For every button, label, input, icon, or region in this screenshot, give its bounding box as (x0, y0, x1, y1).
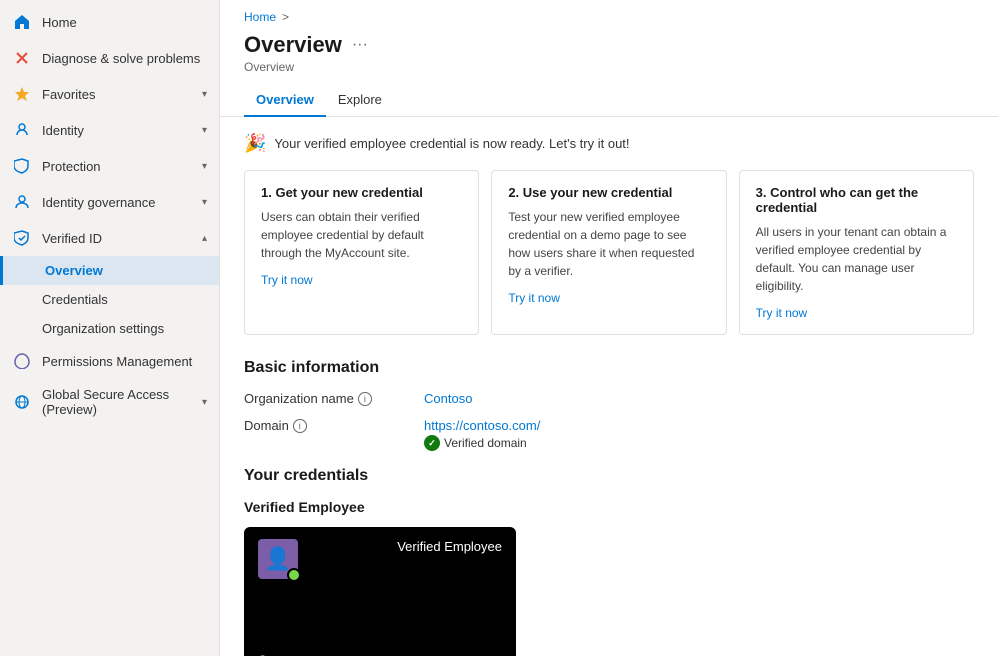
sidebar-item-global-secure[interactable]: Global Secure Access (Preview) ▾ (0, 379, 219, 425)
sidebar: Home Diagnose & solve problems Favorites… (0, 0, 220, 656)
step2-title: 2. Use your new credential (508, 185, 709, 200)
verified-text: Verified domain (444, 436, 527, 450)
global-secure-icon (12, 392, 32, 412)
sidebar-item-permissions[interactable]: Permissions Management (0, 343, 219, 379)
sidebar-item-protection[interactable]: Protection ▾ (0, 148, 219, 184)
page-title: Overview (244, 32, 342, 58)
sidebar-label-identity-governance: Identity governance (42, 195, 155, 210)
sidebar-label-home: Home (42, 15, 77, 30)
step-card-3: 3. Control who can get the credential Al… (739, 170, 974, 335)
favorites-icon (12, 84, 32, 104)
chevron-down-icon: ▾ (202, 161, 207, 172)
step1-title: 1. Get your new credential (261, 185, 462, 200)
home-icon (12, 12, 32, 32)
sidebar-item-identity[interactable]: Identity ▾ (0, 112, 219, 148)
breadcrumb: Home > (220, 0, 998, 28)
tab-overview[interactable]: Overview (244, 84, 326, 117)
chevron-down-icon: ▾ (202, 197, 207, 208)
step-card-2: 2. Use your new credential Test your new… (491, 170, 726, 335)
sidebar-sublabel-overview: Overview (45, 263, 103, 278)
verified-check-icon (424, 435, 440, 451)
basic-info-title: Basic information (244, 359, 974, 377)
notice-icon: 🎉 (244, 133, 266, 154)
step3-link[interactable]: Try it now (756, 306, 808, 320)
credential-status-dot (287, 568, 301, 582)
content-area: 🎉 Your verified employee credential is n… (220, 117, 998, 656)
domain-link[interactable]: https://contoso.com/ (424, 418, 540, 433)
sidebar-item-favorites[interactable]: Favorites ▾ (0, 76, 219, 112)
sidebar-item-diagnose[interactable]: Diagnose & solve problems (0, 40, 219, 76)
step1-description: Users can obtain their verified employee… (261, 208, 462, 262)
permissions-icon (12, 351, 32, 371)
sidebar-item-home[interactable]: Home (0, 4, 219, 40)
identity-governance-icon (12, 192, 32, 212)
steps-row: 1. Get your new credential Users can obt… (244, 170, 974, 335)
sidebar-item-verified-id[interactable]: Verified ID ▴ (0, 220, 219, 256)
domain-info-icon[interactable]: i (293, 419, 307, 433)
tabs-bar: Overview Explore (220, 84, 998, 117)
sidebar-label-identity: Identity (42, 123, 84, 138)
org-row: Organization name i Contoso (244, 391, 974, 406)
verified-id-icon (12, 228, 32, 248)
domain-row: Domain i https://contoso.com/ Verified d… (244, 418, 974, 451)
breadcrumb-separator: > (282, 10, 289, 24)
step3-description: All users in your tenant can obtain a ve… (756, 223, 957, 295)
diagnose-icon (12, 48, 32, 68)
sidebar-sublabel-org-settings: Organization settings (42, 321, 164, 336)
credential-card-title: Verified Employee (397, 539, 502, 554)
notice-banner: 🎉 Your verified employee credential is n… (244, 133, 974, 154)
chevron-down-icon: ▾ (202, 125, 207, 136)
step3-title: 3. Control who can get the credential (756, 185, 957, 215)
credentials-subtitle: Verified Employee (244, 499, 974, 515)
main-content: Home > Overview ··· Overview Overview Ex… (220, 0, 998, 656)
sidebar-item-identity-governance[interactable]: Identity governance ▾ (0, 184, 219, 220)
chevron-down-icon: ▾ (202, 89, 207, 100)
sidebar-label-favorites: Favorites (42, 87, 95, 102)
sidebar-label-global-secure: Global Secure Access (Preview) (42, 387, 202, 417)
avatar-person-icon: 👤 (264, 546, 291, 572)
identity-icon (12, 120, 32, 140)
sidebar-sublabel-credentials: Credentials (42, 292, 108, 307)
sidebar-subitem-credentials[interactable]: Credentials (0, 285, 219, 314)
basic-info-section: Basic information Organization name i Co… (244, 359, 974, 451)
step2-description: Test your new verified employee credenti… (508, 208, 709, 280)
breadcrumb-home[interactable]: Home (244, 10, 276, 24)
domain-label: Domain i (244, 418, 424, 433)
step2-link[interactable]: Try it now (508, 291, 560, 305)
sidebar-subitem-overview[interactable]: Overview (0, 256, 219, 285)
step-card-1: 1. Get your new credential Users can obt… (244, 170, 479, 335)
page-menu-button[interactable]: ··· (352, 36, 368, 54)
org-link[interactable]: Contoso (424, 391, 472, 406)
notice-text: Your verified employee credential is now… (274, 136, 629, 151)
credential-avatar: 👤 (258, 539, 298, 579)
tab-explore[interactable]: Explore (326, 84, 394, 117)
domain-value: https://contoso.com/ Verified domain (424, 418, 540, 451)
org-value: Contoso (424, 391, 472, 406)
page-header: Overview ··· (220, 28, 998, 60)
org-label: Organization name i (244, 391, 424, 406)
sidebar-label-protection: Protection (42, 159, 101, 174)
sidebar-label-diagnose: Diagnose & solve problems (42, 51, 200, 66)
page-subtitle: Overview (220, 60, 998, 84)
chevron-down-icon: ▾ (202, 397, 207, 408)
credentials-section: Your credentials Verified Employee 👤 Ver… (244, 467, 974, 656)
org-info-icon[interactable]: i (358, 392, 372, 406)
credential-card: 👤 Verified Employee Contoso (244, 527, 516, 656)
step1-link[interactable]: Try it now (261, 273, 313, 287)
sidebar-subitem-org-settings[interactable]: Organization settings (0, 314, 219, 343)
sidebar-label-permissions: Permissions Management (42, 354, 192, 369)
verified-badge: Verified domain (424, 435, 540, 451)
protection-icon (12, 156, 32, 176)
chevron-up-icon: ▴ (202, 233, 207, 244)
credentials-title: Your credentials (244, 467, 974, 485)
sidebar-label-verified-id: Verified ID (42, 231, 102, 246)
